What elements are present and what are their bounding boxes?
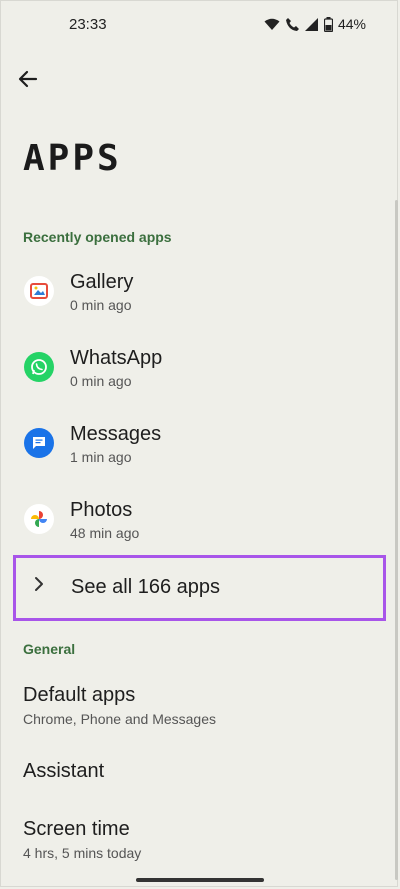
app-time: 0 min ago [70,373,132,389]
setting-title: Assistant [23,760,105,782]
scrollbar[interactable] [395,200,398,880]
status-time: 23:33 [69,16,107,33]
call-icon [285,17,299,31]
recent-app-photos[interactable]: Photos 48 min ago [0,490,400,562]
photos-icon [24,504,54,534]
app-time: 48 min ago [70,525,140,541]
messages-icon [24,428,54,458]
whatsapp-icon [24,352,54,382]
app-time: 1 min ago [70,449,132,465]
back-button[interactable] [14,65,42,93]
signal-icon [304,17,318,31]
battery-icon [323,16,333,32]
status-bar: 23:33 44% [0,0,400,50]
app-name: Messages [70,423,162,445]
section-header-recent: Recently opened apps [23,229,172,245]
arrow-left-icon [18,70,38,88]
setting-title: Default apps [23,684,136,706]
battery-percent: 44% [337,16,366,32]
gallery-icon [24,276,54,306]
chevron-right-icon [34,576,44,597]
setting-subtitle: 4 hrs, 5 mins today [23,845,142,861]
app-name: Gallery [70,271,134,293]
recent-app-messages[interactable]: Messages 1 min ago [0,414,400,486]
setting-title: Screen time [23,818,130,840]
recent-app-whatsapp[interactable]: WhatsApp 0 min ago [0,338,400,410]
app-name: WhatsApp [70,347,163,369]
setting-screen-time[interactable]: Screen time 4 hrs, 5 mins today [23,818,141,861]
home-indicator[interactable] [136,878,264,882]
wifi-icon [264,18,280,30]
app-name: Photos [70,499,133,521]
setting-subtitle: Chrome, Phone and Messages [23,711,216,727]
see-all-label: See all 166 apps [71,576,221,598]
recent-app-gallery[interactable]: Gallery 0 min ago [0,262,400,334]
page-title: APPS [23,138,122,179]
section-header-general: General [23,641,76,657]
see-all-apps-button[interactable]: See all 166 apps [13,555,386,621]
status-icons: 44% [264,16,366,32]
app-time: 0 min ago [70,297,132,313]
setting-assistant[interactable]: Assistant [23,760,104,783]
setting-default-apps[interactable]: Default apps Chrome, Phone and Messages [23,684,216,727]
